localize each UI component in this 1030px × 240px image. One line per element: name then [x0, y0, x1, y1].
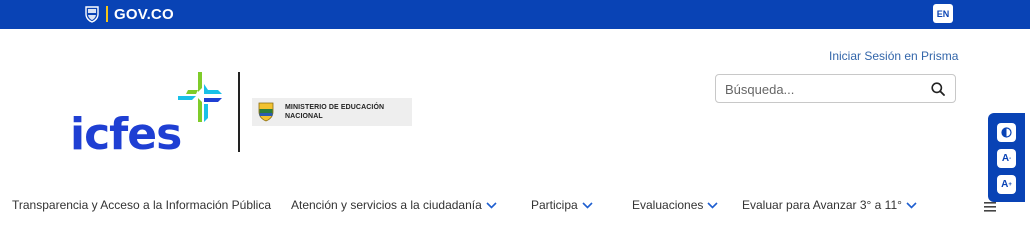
chevron-down-icon	[582, 201, 593, 209]
contrast-button[interactable]	[997, 123, 1016, 142]
nav-item-evaluaciones[interactable]: Evaluaciones	[632, 198, 718, 212]
increase-font-sign: +	[1008, 181, 1012, 188]
prisma-login-link[interactable]: Iniciar Sesión en Prisma	[829, 49, 958, 63]
nav-item-label: Transparencia y Acceso a la Información …	[12, 198, 272, 212]
gov-separator	[106, 6, 108, 22]
gov-brand-text: GOV.CO	[114, 5, 174, 23]
gov-co-logo[interactable]: GOV.CO	[84, 4, 174, 24]
search-icon[interactable]	[931, 82, 945, 96]
colombia-shield-icon	[85, 6, 99, 23]
search-input[interactable]	[725, 81, 915, 98]
ministry-name-line2: NACIONAL	[285, 113, 323, 120]
accessibility-panel: A- A +	[988, 113, 1025, 202]
ministry-shield-icon	[258, 102, 274, 122]
decrease-font-label: A	[1001, 153, 1010, 164]
chevron-down-icon	[707, 201, 718, 209]
decrease-font-button[interactable]: A-	[997, 149, 1016, 168]
chevron-down-icon	[906, 201, 917, 209]
main-nav: Transparencia y Acceso a la Información …	[0, 196, 1030, 218]
logo-divider	[238, 72, 240, 152]
nav-item-evaluar-para-avanzar[interactable]: Evaluar para Avanzar 3° a 11°	[742, 198, 917, 212]
chevron-down-icon	[486, 201, 497, 209]
gov-bar: GOV.CO EN	[0, 0, 1030, 29]
nav-item-label: Evaluaciones	[632, 198, 704, 212]
language-toggle-button[interactable]: EN	[933, 4, 953, 23]
nav-item-label: Evaluar para Avanzar 3° a 11°	[742, 198, 902, 212]
icfes-logo-icon[interactable]: icfes	[70, 70, 230, 152]
nav-item-participa[interactable]: Participa	[531, 198, 593, 212]
search-box[interactable]	[715, 74, 956, 103]
hamburger-menu-icon[interactable]	[984, 202, 996, 212]
ministry-name: MINISTERIO DE EDUCACIÓN NACIONAL	[285, 103, 384, 121]
nav-item-atencion[interactable]: Atención y servicios a la ciudadanía	[291, 198, 497, 212]
nav-item-label: Atención y servicios a la ciudadanía	[291, 198, 482, 212]
increase-font-button[interactable]: A +	[997, 175, 1016, 194]
increase-font-label: A	[1001, 179, 1009, 190]
ministry-badge[interactable]: MINISTERIO DE EDUCACIÓN NACIONAL	[252, 98, 412, 126]
nav-item-transparencia[interactable]: Transparencia y Acceso a la Información …	[12, 198, 271, 212]
decrease-font-sign: -	[1009, 155, 1012, 162]
ministry-name-line1: MINISTERIO DE EDUCACIÓN	[285, 104, 385, 111]
icfes-wordmark: icfes	[70, 109, 181, 152]
nav-item-label: Participa	[531, 198, 578, 212]
contrast-icon	[1001, 127, 1012, 138]
